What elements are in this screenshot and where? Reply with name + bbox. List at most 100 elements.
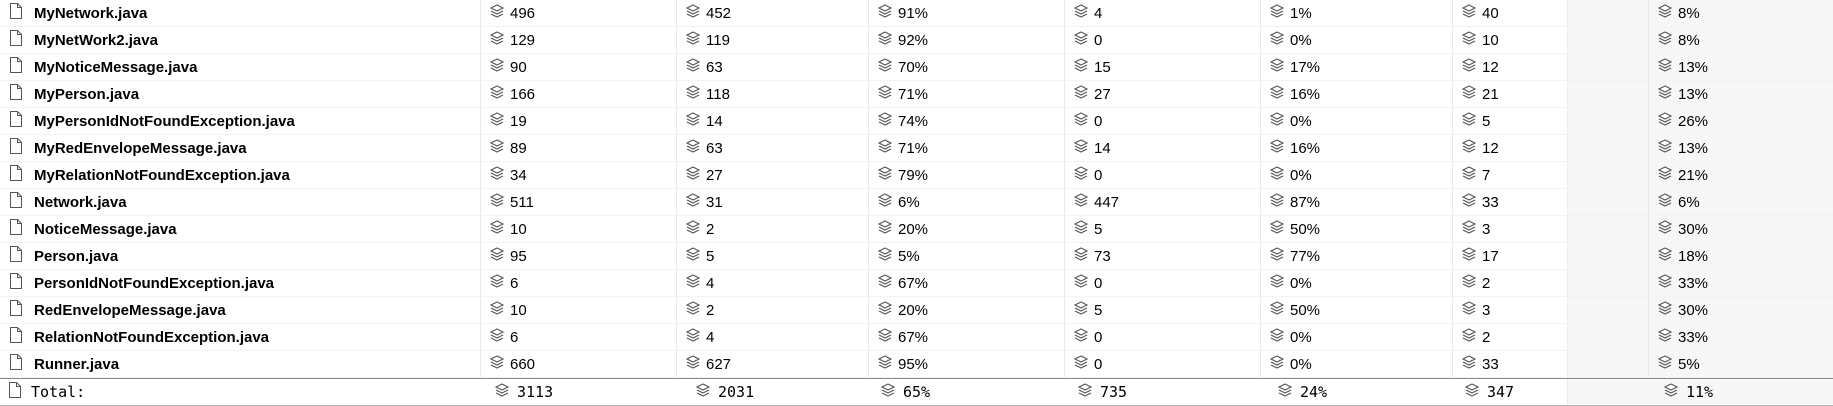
file-name-cell: MyPersonIdNotFoundException.java	[0, 108, 481, 134]
table-row[interactable]: MyNoticeMessage.java 90 63 70% 15 17% 12 13%	[0, 54, 1833, 81]
source-ratio-value: 67%	[898, 328, 929, 346]
layers-icon	[881, 383, 895, 401]
source-lines-value: 119	[706, 31, 730, 49]
source-ratio-value: 65%	[903, 383, 931, 401]
blank-lines-value: 40	[1482, 4, 1499, 22]
total-row[interactable]: Total: 3113 2031 65% 735 24% 347 11%	[0, 378, 1833, 406]
table-row[interactable]: PersonIdNotFoundException.java 6 4 67% 0 0% 2 3…	[0, 270, 1833, 297]
source-ratio-value: 71%	[898, 139, 929, 157]
layers-icon	[1462, 193, 1476, 211]
blank-lines-value: 33	[1482, 193, 1499, 211]
file-name-cell: Network.java	[0, 189, 481, 215]
comment-ratio-cell: 50%	[1261, 297, 1453, 323]
source-lines-value: 4	[706, 328, 715, 346]
source-lines-cell: 63	[677, 135, 869, 161]
comment-lines-value: 0	[1094, 112, 1103, 130]
comment-lines-cell: 0	[1065, 27, 1261, 53]
source-ratio-value: 20%	[898, 220, 929, 238]
layers-icon	[686, 31, 700, 49]
comment-ratio-value: 0%	[1290, 31, 1312, 49]
file-name-cell: MyPerson.java	[0, 81, 481, 107]
layers-icon	[686, 328, 700, 346]
source-ratio-value: 67%	[898, 274, 929, 292]
layers-icon	[1462, 355, 1476, 373]
source-ratio-cell: 79%	[869, 162, 1065, 188]
layers-icon	[1465, 383, 1479, 401]
file-name-cell: RedEnvelopeMessage.java	[0, 297, 481, 323]
blank-ratio-value: 13%	[1678, 85, 1709, 103]
table-row[interactable]: RelationNotFoundException.java 6 4 67% 0 0% 2 3…	[0, 324, 1833, 351]
table-row[interactable]: MyNetWork2.java 129 119 92% 0 0% 10 8%	[0, 27, 1833, 54]
table-row[interactable]: MyRedEnvelopeMessage.java 89 63 71% 14 16% 12 1…	[0, 135, 1833, 162]
blank-lines-value: 10	[1482, 31, 1499, 49]
file-icon	[9, 165, 22, 185]
layers-icon	[1074, 4, 1088, 22]
source-ratio-cell: 74%	[869, 108, 1065, 134]
table-row[interactable]: MyPersonIdNotFoundException.java 19 14 74% 0…	[0, 108, 1833, 135]
layers-icon	[686, 247, 700, 265]
table-row[interactable]: NoticeMessage.java 10 2 20% 5 50% 3 30%	[0, 216, 1833, 243]
file-name-cell: MyRelationNotFoundException.java	[0, 162, 481, 188]
file-name: MyPersonIdNotFoundException.java	[34, 112, 295, 130]
comment-lines-value: 5	[1094, 220, 1103, 238]
table-row[interactable]: MyPerson.java 166 118 71% 27 16% 21 13%	[0, 81, 1833, 108]
total-lines-cell: 89	[481, 135, 677, 161]
blank-lines-cell: 33	[1453, 351, 1649, 377]
layers-icon	[1664, 383, 1678, 401]
layers-icon	[490, 112, 504, 130]
layers-icon	[490, 328, 504, 346]
file-name-cell: RelationNotFoundException.java	[0, 324, 481, 350]
source-ratio-cell: 95%	[869, 351, 1065, 377]
blank-ratio-cell: 13%	[1649, 54, 1833, 80]
table-row[interactable]: RedEnvelopeMessage.java 10 2 20% 5 50% 3 30%	[0, 297, 1833, 324]
source-lines-value: 2	[706, 220, 715, 238]
layers-icon	[686, 166, 700, 184]
comment-ratio-cell: 17%	[1261, 54, 1453, 80]
comment-ratio-value: 0%	[1290, 112, 1312, 130]
table-row[interactable]: Runner.java 660 627 95% 0 0% 33 5%	[0, 351, 1833, 378]
layers-icon	[1074, 301, 1088, 319]
file-name: Network.java	[34, 193, 127, 211]
layers-icon	[1462, 139, 1476, 157]
blank-lines-value: 7	[1482, 166, 1491, 184]
comment-lines-value: 0	[1094, 355, 1103, 373]
table-row[interactable]: MyRelationNotFoundException.java 34 27 79% 0…	[0, 162, 1833, 189]
source-ratio-value: 74%	[898, 112, 929, 130]
layers-icon	[878, 301, 892, 319]
layers-icon	[878, 355, 892, 373]
blank-lines-value: 33	[1482, 355, 1499, 373]
blank-ratio-cell: 26%	[1649, 108, 1833, 134]
layers-icon	[1270, 274, 1284, 292]
layers-icon	[1658, 274, 1672, 292]
comment-lines-cell: 0	[1065, 270, 1261, 296]
table-row[interactable]: MyNetwork.java 496 452 91% 4 1% 40 8%	[0, 0, 1833, 27]
blank-ratio-cell: 30%	[1649, 297, 1833, 323]
table-row[interactable]: Network.java 511 31 6% 447 87% 33 6%	[0, 189, 1833, 216]
total-lines-cell: 511	[481, 189, 677, 215]
layers-icon	[878, 166, 892, 184]
layers-icon	[1270, 4, 1284, 22]
layers-icon	[1074, 139, 1088, 157]
layers-icon	[490, 139, 504, 157]
source-ratio-cell: 71%	[869, 135, 1065, 161]
source-ratio-value: 91%	[898, 4, 929, 22]
layers-icon	[1462, 85, 1476, 103]
layers-icon	[1462, 274, 1476, 292]
source-lines-cell: 27	[677, 162, 869, 188]
total-lines-cell: 660	[481, 351, 677, 377]
source-ratio-value: 5%	[898, 247, 920, 265]
source-lines-cell: 4	[677, 270, 869, 296]
layers-icon	[1658, 301, 1672, 319]
blank-lines-value: 2	[1482, 328, 1491, 346]
source-lines-value: 63	[706, 139, 723, 157]
comment-lines-value: 0	[1094, 166, 1103, 184]
file-name-cell: PersonIdNotFoundException.java	[0, 270, 481, 296]
total-lines-value: 496	[510, 4, 536, 22]
layers-icon	[490, 31, 504, 49]
table-row[interactable]: Person.java 95 5 5% 73 77% 17 18%	[0, 243, 1833, 270]
file-icon	[9, 3, 22, 23]
blank-lines-cell: 347	[1453, 379, 1649, 405]
file-name: RedEnvelopeMessage.java	[34, 301, 226, 319]
layers-icon	[1658, 166, 1672, 184]
total-lines-value: 10	[510, 301, 527, 319]
